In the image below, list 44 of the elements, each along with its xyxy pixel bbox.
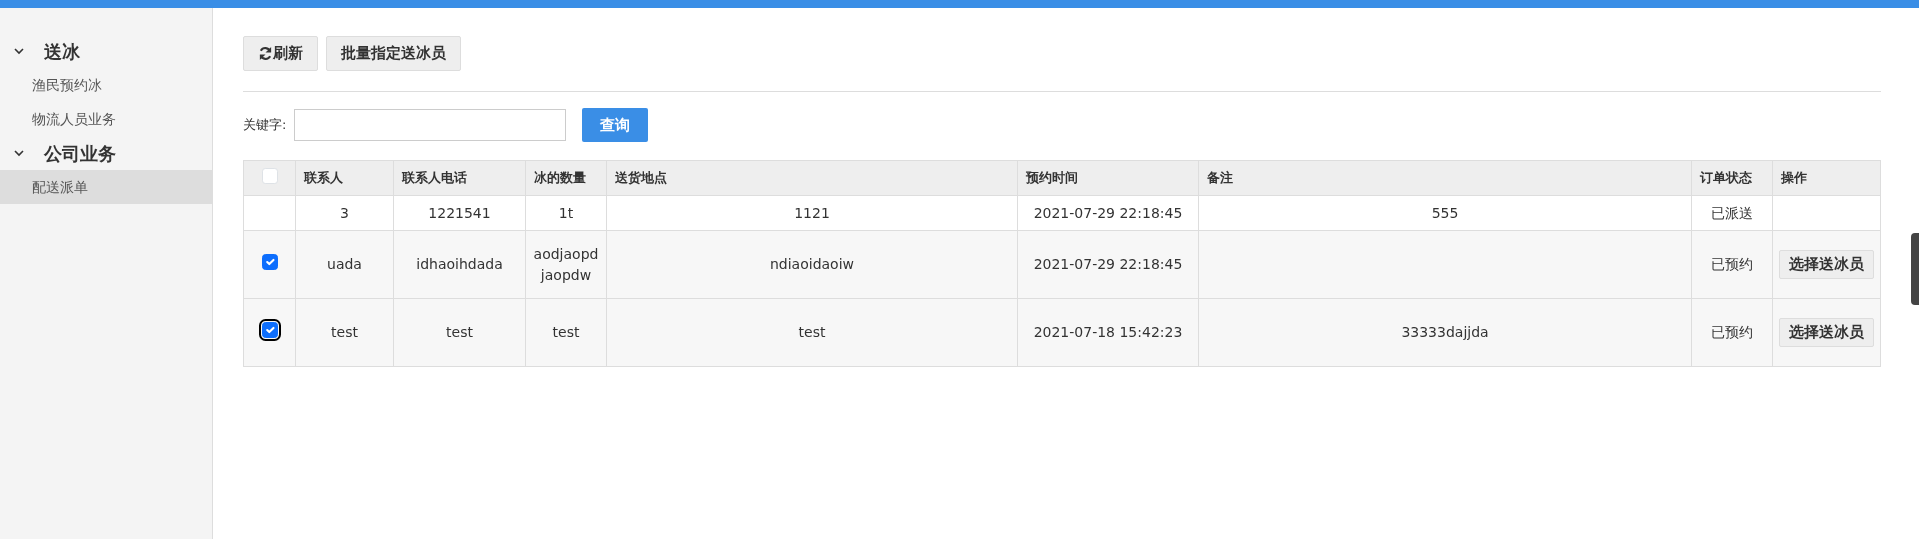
table-cell: test [446,324,473,340]
table-cell: 已预约 [1711,324,1753,340]
table-cell: idhaoihdada [416,256,503,272]
column-header: 联系人电话 [402,170,467,186]
sidebar-group[interactable]: 送冰 [44,37,80,65]
sidebar-item[interactable]: 配送派单 [0,170,212,204]
keyword-label: 关键字: [243,116,287,135]
table-cell: 2021-07-18 15:42:23 [1033,324,1183,340]
table-cell: test [552,324,580,340]
refresh-button[interactable]: 刷新 [243,36,318,71]
select-all-checkbox[interactable] [261,168,278,185]
sidebar-group[interactable]: 公司业务 [44,139,116,167]
table-cell: 2021-07-29 22:18:45 [1033,256,1183,272]
table-cell: test [331,324,358,340]
row-checkbox[interactable] [261,322,278,338]
column-header: 预约时间 [1026,170,1078,186]
table-cell: ndiaoidaoiw [769,256,855,272]
table-cell: test [798,324,826,340]
table-cell: 555 [1431,204,1459,221]
column-header: 备注 [1207,170,1233,186]
table-cell: 1221541 [428,204,491,221]
table-cell: 已预约 [1711,256,1753,272]
column-header: 联系人 [304,170,343,186]
table-cell: 1t [558,204,574,221]
sidebar-item[interactable]: 渔民预约冰 [0,68,212,102]
column-header: 操作 [1781,170,1807,186]
keyword-field[interactable] [294,109,567,141]
table-cell: aodjaopd jaopdw [533,245,599,283]
table-cell: 2021-07-29 22:18:45 [1033,204,1183,221]
table-cell: 3 [340,204,349,221]
table-cell: 已派送 [1711,204,1753,221]
column-header: 送货地点 [615,170,667,186]
column-header: 订单状态 [1700,170,1752,186]
table-cell: 1121 [794,204,830,221]
table-cell: uada [327,256,362,272]
side-handle-icon[interactable] [1911,233,1919,305]
column-header: 冰的数量 [534,170,586,186]
row-checkbox[interactable] [261,254,278,270]
assign-button[interactable]: 批量指定送冰员 [326,36,461,71]
refresh-icon [258,46,273,61]
sidebar-item[interactable]: 物流人员业务 [0,102,212,136]
select-courier-button[interactable]: 选择送冰员 [1779,317,1874,348]
table-cell: 33333dajjda [1401,324,1489,340]
select-courier-button[interactable]: 选择送冰员 [1779,249,1874,280]
